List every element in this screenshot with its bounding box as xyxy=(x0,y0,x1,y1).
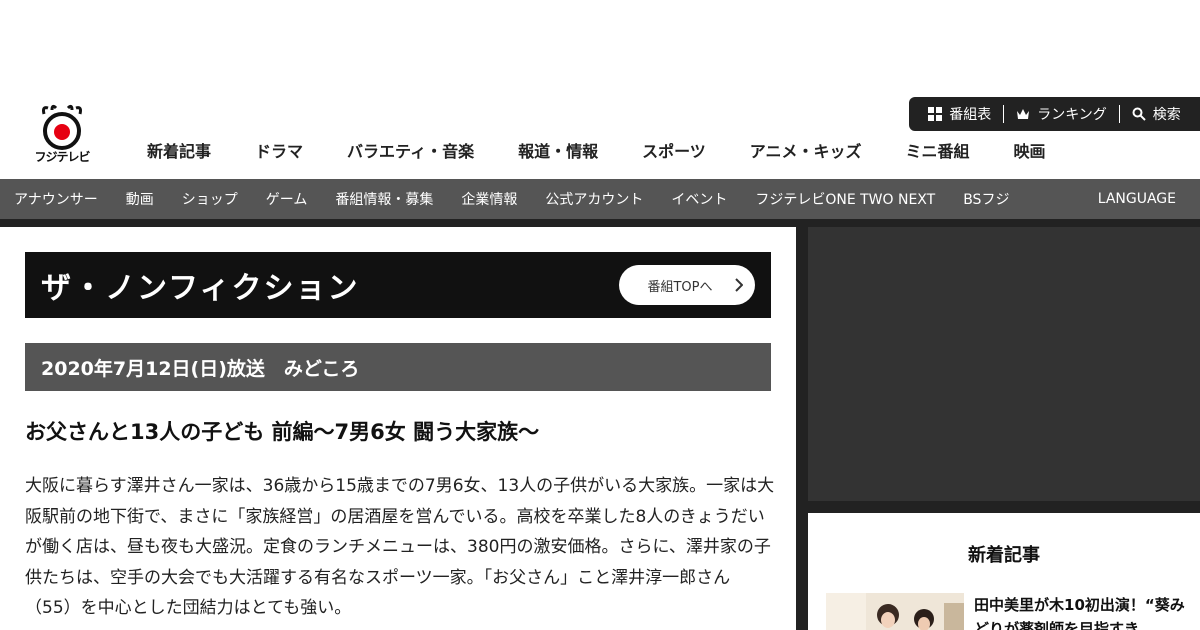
sub-nav-games[interactable]: ゲーム xyxy=(252,189,322,209)
sub-nav-announcers[interactable]: アナウンサー xyxy=(0,189,112,209)
sub-nav: アナウンサー 動画 ショップ ゲーム 番組情報・募集 企業情報 公式アカウント … xyxy=(0,179,1200,219)
sub-nav-program-info[interactable]: 番組情報・募集 xyxy=(321,189,447,209)
sidebar-ad-slot xyxy=(808,227,1200,501)
program-top-button[interactable]: 番組TOPへ xyxy=(619,265,755,305)
main-nav-news-info[interactable]: 報道・情報 xyxy=(496,138,620,162)
main-nav-anime-kids[interactable]: アニメ・キッズ xyxy=(728,138,884,162)
chevron-right-icon xyxy=(735,278,744,296)
main-nav-movies[interactable]: 映画 xyxy=(991,138,1067,162)
main-nav-new-articles[interactable]: 新着記事 xyxy=(125,138,233,162)
main-nav-sports[interactable]: スポーツ xyxy=(620,138,728,162)
fujitv-logo[interactable]: フジテレビ xyxy=(30,104,94,164)
main-nav-variety-music[interactable]: バラエティ・音楽 xyxy=(325,138,496,162)
language-button[interactable]: LANGUAGE xyxy=(1098,191,1176,207)
ranking-link[interactable]: ランキング xyxy=(1003,105,1119,123)
search-label: 検索 xyxy=(1152,107,1181,123)
grid-icon xyxy=(928,107,943,121)
eye-mark-icon xyxy=(42,104,82,150)
sub-nav-videos[interactable]: 動画 xyxy=(112,189,168,209)
program-top-label: 番組TOPへ xyxy=(647,279,713,295)
ranking-label: ランキング xyxy=(1037,107,1107,123)
sub-nav-corporate[interactable]: 企業情報 xyxy=(447,189,531,209)
timetable-link[interactable]: 番組表 xyxy=(916,105,1003,123)
timetable-label: 番組表 xyxy=(949,107,992,123)
episode-description: 大阪に暮らす澤井さん一家は、36歳から15歳までの7男6女、13人の子供がいる大… xyxy=(25,476,775,618)
logo-text: フジテレビ xyxy=(34,150,90,164)
episode-title: お父さんと13人の子ども 前編～7男6女 闘う大家族～ xyxy=(25,420,540,444)
broadcast-date-heading: 2020年7月12日(日)放送 みどころ xyxy=(25,343,771,391)
program-title-bar: ザ・ノンフィクション 番組TOPへ xyxy=(25,252,771,318)
main-nav-mini-programs[interactable]: ミニ番組 xyxy=(883,138,991,162)
search-link[interactable]: 検索 xyxy=(1118,105,1193,123)
sub-nav-official-accounts[interactable]: 公式アカウント xyxy=(531,189,657,209)
sidebar-new-articles: 新着記事 田中美里が木10初出演！“葵みどりが薬剤師を目指すき xyxy=(808,513,1200,630)
sub-nav-events[interactable]: イベント xyxy=(657,189,741,209)
crown-icon xyxy=(1016,108,1030,120)
search-icon xyxy=(1132,107,1146,121)
main-nav-drama[interactable]: ドラマ xyxy=(233,138,325,162)
news-thumbnail[interactable] xyxy=(826,593,964,630)
main-content: ザ・ノンフィクション 番組TOPへ 2020年7月12日(日)放送 みどころ お… xyxy=(0,227,796,630)
sub-nav-one-two-next[interactable]: フジテレビONE TWO NEXT xyxy=(741,189,949,209)
main-nav: 新着記事 ドラマ バラエティ・音楽 報道・情報 スポーツ アニメ・キッズ ミニ番… xyxy=(125,138,1068,162)
program-title: ザ・ノンフィクション xyxy=(41,271,360,306)
news-item-title[interactable]: 田中美里が木10初出演！“葵みどりが薬剤師を目指すき xyxy=(974,593,1186,630)
utility-bar: 番組表 ランキング 検索 xyxy=(909,97,1200,131)
sub-nav-bs-fuji[interactable]: BSフジ xyxy=(949,189,1023,209)
sub-nav-shop[interactable]: ショップ xyxy=(168,189,252,209)
news-heading: 新着記事 xyxy=(968,545,1040,566)
